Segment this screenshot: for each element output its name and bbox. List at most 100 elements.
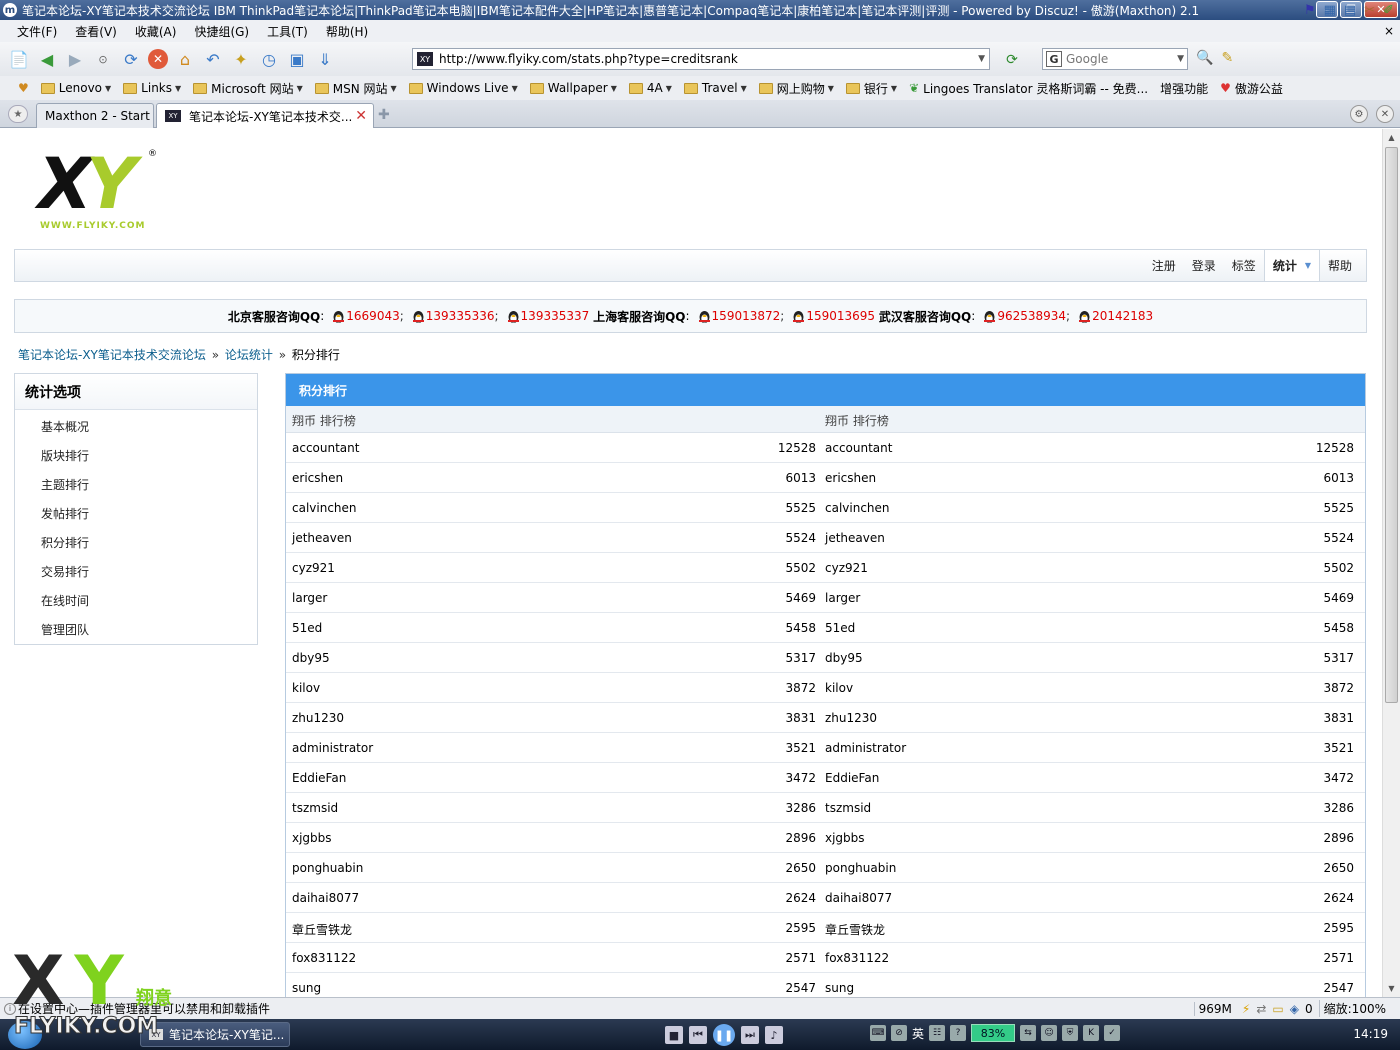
left-username-link[interactable]: jetheaven	[292, 531, 352, 545]
nav-register[interactable]: 注册	[1144, 250, 1184, 281]
nav-stats[interactable]: 统计 ▼	[1263, 250, 1320, 281]
right-username-link[interactable]: larger	[825, 591, 860, 605]
go-button-icon[interactable]: ⟳	[996, 50, 1028, 70]
right-username-link[interactable]: tszmsid	[825, 801, 871, 815]
shield-icon[interactable]: ⛨	[1062, 1025, 1079, 1041]
right-username-link[interactable]: EddieFan	[825, 771, 879, 785]
left-username-link[interactable]: 51ed	[292, 621, 322, 635]
qq-number[interactable]: 1669043	[346, 309, 399, 323]
network-icon[interactable]: ⇆	[1020, 1025, 1037, 1041]
left-username-link[interactable]: dby95	[292, 651, 330, 665]
vertical-scrollbar[interactable]: ▲ ▼	[1382, 129, 1400, 997]
sidebar-item-thread-rank[interactable]: 主题排行	[15, 470, 257, 499]
update-icon[interactable]: ✓	[1104, 1025, 1121, 1041]
new-tab-plus-icon[interactable]: ✚	[378, 107, 390, 123]
calculator-icon[interactable]: ▦	[1324, 3, 1336, 18]
favorite-folder-travel[interactable]: Travel ▼	[678, 81, 753, 95]
favorite-folder-msn[interactable]: MSN 网站 ▼	[309, 80, 403, 97]
site-logo[interactable]: XY ® WWW.FLYIKY.COM	[38, 149, 162, 235]
right-username-link[interactable]: ponghuabin	[825, 861, 896, 875]
breadcrumb-home-link[interactable]: 笔记本论坛-XY笔记本技术交流论坛	[18, 348, 206, 362]
right-username-link[interactable]: fox831122	[825, 951, 889, 965]
right-username-link[interactable]: cyz921	[825, 561, 868, 575]
battery-indicator[interactable]: 83%	[971, 1024, 1016, 1042]
favorite-enhance[interactable]: 增强功能	[1154, 80, 1214, 97]
left-username-link[interactable]: EddieFan	[292, 771, 346, 785]
menu-help[interactable]: 帮助(H)	[317, 23, 377, 40]
antivirus-icon[interactable]: K	[1083, 1025, 1100, 1041]
breadcrumb-stats-link[interactable]: 论坛统计	[225, 348, 273, 362]
color-picker-icon[interactable]: ✐	[1383, 3, 1394, 18]
favorite-folder-bank[interactable]: 银行 ▼	[840, 80, 903, 97]
undo-close-icon[interactable]: ↶	[202, 48, 224, 70]
left-username-link[interactable]: fox831122	[292, 951, 356, 965]
qq-number[interactable]: 159013695	[806, 309, 875, 323]
left-username-link[interactable]: zhu1230	[292, 711, 344, 725]
qq-tray-icon[interactable]: ☺	[1041, 1025, 1058, 1041]
favorite-folder-4a[interactable]: 4A ▼	[623, 81, 678, 95]
ad-filter-icon[interactable]: ◈	[1290, 1002, 1299, 1016]
menu-tools[interactable]: 工具(T)	[258, 23, 317, 40]
address-dropdown-icon[interactable]: ▼	[978, 54, 985, 64]
back-icon[interactable]: ◀	[36, 48, 58, 70]
stop-icon[interactable]: ✕	[148, 49, 168, 69]
left-username-link[interactable]: kilov	[292, 681, 320, 695]
left-username-link[interactable]: 章丘雪铁龙	[292, 921, 352, 938]
qq-number[interactable]: 20142183	[1092, 309, 1153, 323]
nav-help[interactable]: 帮助	[1320, 250, 1360, 281]
right-username-link[interactable]: 章丘雪铁龙	[825, 921, 885, 938]
sidebar-item-forum-rank[interactable]: 版块排行	[15, 441, 257, 470]
qq-number[interactable]: 159013872	[712, 309, 781, 323]
lightning-icon[interactable]: ⚡	[1242, 1002, 1250, 1016]
notepad-icon[interactable]: ▤	[1344, 3, 1356, 18]
forward-icon[interactable]: ▶	[64, 48, 86, 70]
right-username-link[interactable]: sung	[825, 981, 854, 995]
tab-close-icon[interactable]: ✕	[355, 108, 367, 124]
home-icon[interactable]: ⌂	[174, 48, 196, 70]
volume-icon[interactable]: ♪	[765, 1026, 783, 1044]
menu-view[interactable]: 查看(V)	[66, 23, 126, 40]
menu-close-icon[interactable]: ×	[1384, 24, 1394, 38]
left-username-link[interactable]: tszmsid	[292, 801, 338, 815]
new-page-icon[interactable]: 📄	[8, 48, 30, 70]
left-username-link[interactable]: ponghuabin	[292, 861, 363, 875]
proxy-icon[interactable]: ⇄	[1256, 1002, 1266, 1016]
menu-favorites[interactable]: 收藏(A)	[126, 23, 186, 40]
left-username-link[interactable]: cyz921	[292, 561, 335, 575]
left-username-link[interactable]: sung	[292, 981, 321, 995]
right-username-link[interactable]: xjgbbs	[825, 831, 865, 845]
left-username-link[interactable]: administrator	[292, 741, 373, 755]
qq-number[interactable]: 962538934	[997, 309, 1066, 323]
right-username-link[interactable]: daihai8077	[825, 891, 892, 905]
start-button-icon[interactable]	[8, 1021, 42, 1049]
sidebar-item-online-time[interactable]: 在线时间	[15, 586, 257, 615]
screenshot-icon[interactable]: ▣	[286, 48, 308, 70]
right-username-link[interactable]: 51ed	[825, 621, 855, 635]
left-username-link[interactable]: larger	[292, 591, 327, 605]
help-icon[interactable]: ?	[950, 1025, 967, 1041]
flag-icon[interactable]: ⚑	[1304, 3, 1316, 18]
left-username-link[interactable]: accountant	[292, 441, 359, 455]
nav-login[interactable]: 登录	[1184, 250, 1224, 281]
sidebar-item-trade-rank[interactable]: 交易排行	[15, 557, 257, 586]
left-username-link[interactable]: xjgbbs	[292, 831, 332, 845]
search-input[interactable]: G Google ▼	[1042, 48, 1188, 70]
menu-file[interactable]: 文件(F)	[8, 23, 66, 40]
clock-icon[interactable]: ◷	[258, 48, 280, 70]
nav-tags[interactable]: 标签	[1224, 250, 1264, 281]
tab-maxthon-start[interactable]: Maxthon 2 - Start	[36, 103, 154, 128]
address-bar[interactable]: XY http://www.flyiky.com/stats.php?type=…	[412, 48, 990, 70]
right-username-link[interactable]: jetheaven	[825, 531, 885, 545]
scroll-up-icon[interactable]: ▲	[1383, 129, 1400, 146]
favorites-shield-icon[interactable]: ♥	[12, 81, 35, 95]
tab-forum-active[interactable]: XY 笔记本论坛-XY笔记本技术交... ✕	[156, 103, 374, 128]
memory-usage[interactable]: 969M	[1193, 1001, 1236, 1016]
right-username-link[interactable]: ericshen	[825, 471, 876, 485]
media-stop-icon[interactable]: ■	[665, 1026, 683, 1044]
favorite-folder-lenovo[interactable]: Lenovo ▼	[35, 81, 117, 95]
right-username-link[interactable]: calvinchen	[825, 501, 890, 515]
favorite-folder-microsoft[interactable]: Microsoft 网站 ▼	[187, 80, 309, 97]
scrollbar-thumb[interactable]	[1385, 147, 1398, 703]
left-username-link[interactable]: calvinchen	[292, 501, 357, 515]
left-username-link[interactable]: daihai8077	[292, 891, 359, 905]
